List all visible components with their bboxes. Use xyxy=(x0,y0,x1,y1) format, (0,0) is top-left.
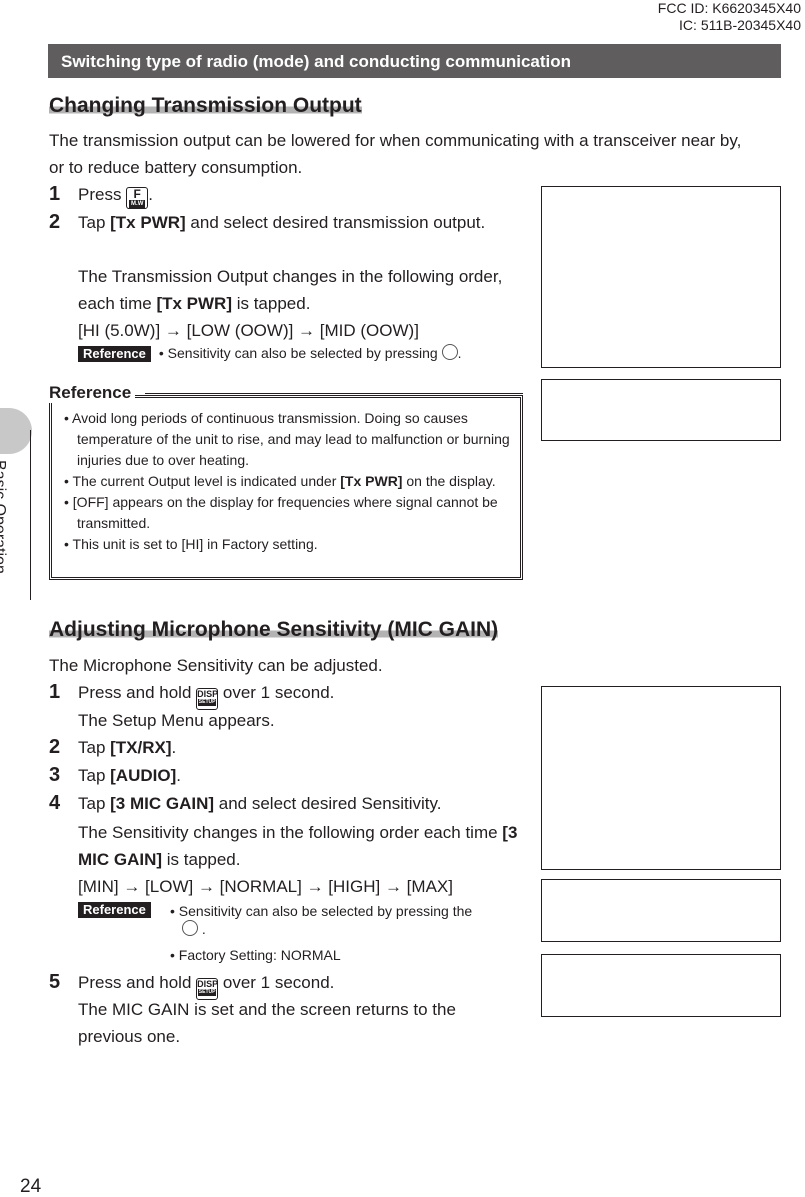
item-text: This unit is set to [HI] in Factory sett… xyxy=(72,536,318,552)
note-text: • Factory Setting: NORMAL xyxy=(170,947,341,963)
step-4: 4 Tap [3 MIC GAIN] and select desired Sen… xyxy=(49,790,441,817)
step-text: over 1 second. xyxy=(222,683,335,702)
button-ref: [AUDIO] xyxy=(110,766,177,785)
button-ref: [Tx PWR] xyxy=(340,473,403,489)
section-heading-mic-gain: Adjusting Microphone Sensitivity (MIC GA… xyxy=(49,617,499,643)
step-4-note: The Sensitivity changes in the following… xyxy=(78,819,518,873)
dial-line: . xyxy=(170,920,518,946)
button-ref: [TX/RX] xyxy=(110,738,172,757)
heading-text: Changing Transmission Output xyxy=(49,94,362,117)
section-tab xyxy=(0,408,32,454)
screen-image-placeholder xyxy=(541,879,781,942)
step-text: and select desired transmission output. xyxy=(185,213,486,232)
power-sequence: [HI (5.0W)] → [LOW (OOW)] → [MID (OOW)] xyxy=(78,321,419,340)
step-number: 1 xyxy=(49,681,61,703)
button-ref: [Tx PWR] xyxy=(156,294,232,313)
reference-badge: Reference xyxy=(78,902,151,918)
button-ref: [Tx PWR] xyxy=(110,213,186,232)
section-heading-transmission-output: Changing Transmission Output xyxy=(49,93,362,119)
reference-item: • Avoid long periods of continuous trans… xyxy=(64,410,510,468)
dial-icon xyxy=(182,920,198,936)
reference-note: Reference • Sensitivity can also be sele… xyxy=(78,902,518,964)
sensitivity-sequence: [MIN] → [LOW] → [NORMAL] → [HIGH] → [MAX… xyxy=(78,877,453,896)
heading-text: Adjusting Microphone Sensitivity (MIC GA… xyxy=(49,618,499,641)
punct: . xyxy=(148,185,153,204)
key-sublabel: SETUP xyxy=(198,699,217,706)
reference-item: • The current Output level is indicated … xyxy=(64,473,496,489)
item-text: on the display. xyxy=(402,473,496,489)
step-number: 1 xyxy=(49,183,61,205)
key-label: DISP xyxy=(197,689,219,699)
step-5-note: The MIC GAIN is set and the screen retur… xyxy=(78,1000,456,1046)
punct: . xyxy=(176,766,181,785)
item-text: The current Output level is indicated un… xyxy=(72,473,341,489)
reference-box: • Avoid long periods of continuous trans… xyxy=(49,395,523,580)
step-text: Press and hold xyxy=(78,683,192,702)
note-text: The Sensitivity changes in the following… xyxy=(78,823,503,842)
fcc-id: FCC ID: K6620345X40 xyxy=(657,0,801,16)
note-text: is tapped. xyxy=(231,294,311,313)
step-number: 3 xyxy=(49,764,61,786)
key-label: DISP xyxy=(197,979,219,989)
key-sublabel: SETUP xyxy=(198,989,217,996)
step-number: 2 xyxy=(49,211,61,233)
step-text: Tap xyxy=(78,738,111,757)
intro-text: The Microphone Sensitivity can be adjust… xyxy=(49,656,383,675)
chapter-banner: Switching type of radio (mode) and condu… xyxy=(48,44,781,78)
button-ref: [3 MIC GAIN] xyxy=(110,794,215,813)
reference-item: • This unit is set to [HI] in Factory se… xyxy=(64,536,318,552)
reference-title: Reference xyxy=(49,383,136,403)
manual-page: FCC ID: K6620345X40 IC: 511B-20345X40 Sw… xyxy=(0,0,805,1197)
dial-icon xyxy=(441,344,458,360)
ic-id: IC: 511B-20345X40 xyxy=(679,17,801,33)
step-text: over 1 second. xyxy=(222,973,335,992)
screen-image-placeholder xyxy=(541,686,781,870)
step-text: Press xyxy=(78,185,122,204)
step-number: 5 xyxy=(49,971,61,993)
step-2-note: The Transmission Output changes in the f… xyxy=(78,263,508,317)
key-label: F xyxy=(133,187,141,201)
key-sublabel: M.W xyxy=(129,200,146,209)
step-1-note: The Setup Menu appears. xyxy=(78,711,275,730)
step-text: Tap xyxy=(78,766,111,785)
step-2: 2 Tap [TX/RX]. xyxy=(49,734,176,761)
step-text: and select desired Sensitivity. xyxy=(214,794,442,813)
screen-image-placeholder xyxy=(541,379,781,441)
punct: . xyxy=(171,738,177,757)
screen-image-placeholder xyxy=(541,186,781,368)
tab-divider xyxy=(30,430,31,600)
step-2: 2 Tap [Tx PWR] and select desired transm… xyxy=(49,209,489,236)
step-text: Press and hold xyxy=(78,973,192,992)
page-number: 24 xyxy=(20,1176,42,1197)
step-text: Tap xyxy=(78,213,111,232)
regulatory-ids: FCC ID: K6620345X40 IC: 511B-20345X40 xyxy=(658,0,801,34)
reference-badge: Reference xyxy=(78,346,151,362)
note-text: is tapped. xyxy=(162,850,241,869)
reference-item: • [OFF] appears on the display for frequ… xyxy=(64,494,498,531)
step-text: Tap xyxy=(78,794,111,813)
step-1: 1 Press and hold DISP SETUP over 1 second. xyxy=(49,679,334,710)
item-text: [OFF] appears on the display for frequen… xyxy=(72,494,498,531)
step-number: 4 xyxy=(49,792,61,814)
note-text: • Sensitivity can also be selected by pr… xyxy=(170,903,473,919)
note-text: • Sensitivity can also be selected by pr… xyxy=(158,345,438,361)
section-tab-label: Basic Operation xyxy=(0,460,8,574)
f-key-icon: F M.W xyxy=(126,187,149,209)
item-text: Avoid long periods of continuous transmi… xyxy=(72,410,510,468)
intro-text: The transmission output can be lowered f… xyxy=(49,131,742,177)
reference-rule xyxy=(145,393,523,396)
reference-note: Reference • Sensitivity can also be selec… xyxy=(78,344,461,362)
punct: . xyxy=(457,345,462,361)
step-1: 1 Press F M.W. xyxy=(49,181,153,209)
step-number: 2 xyxy=(49,736,61,758)
screen-image-placeholder xyxy=(541,954,781,1017)
step-3: 3 Tap [AUDIO]. xyxy=(49,762,181,789)
